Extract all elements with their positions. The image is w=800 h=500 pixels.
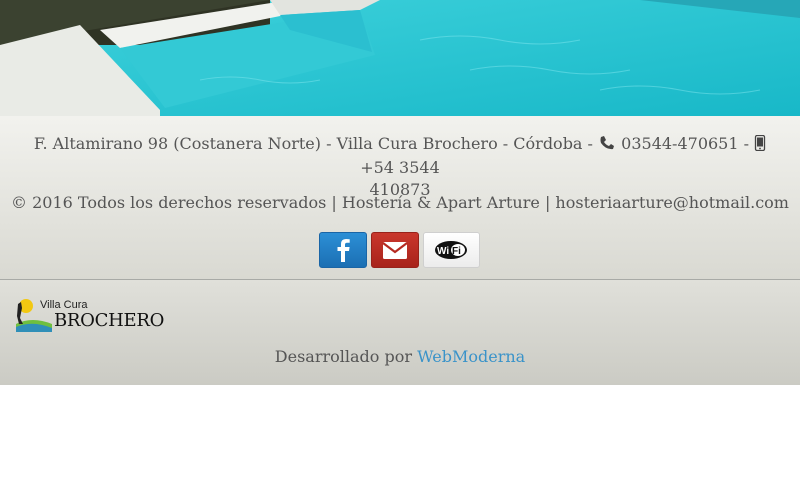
copyright-text: © 2016 Todos los derechos reservados | H… (11, 193, 789, 212)
phone-icon (598, 135, 616, 157)
email-button[interactable] (371, 232, 419, 268)
facebook-button[interactable] (319, 232, 367, 268)
developer-credit: Desarrollado por WebModerna (0, 347, 800, 366)
webmoderna-link[interactable]: WebModerna (417, 347, 525, 366)
landline-phone: 03544-470651 - (621, 134, 750, 153)
mail-icon (382, 242, 408, 259)
developer-credit-prefix: Desarrollado por (274, 347, 413, 366)
address-line: F. Altamirano 98 (Costanera Norte) - Vil… (20, 133, 780, 201)
mobile-phone: +54 3544 (360, 158, 440, 177)
wifi-button[interactable]: Wi Fi (423, 232, 480, 268)
svg-text:Fi: Fi (452, 246, 461, 257)
wifi-icon: Wi Fi (435, 241, 467, 259)
svg-text:Wi: Wi (437, 246, 449, 257)
logo-big-text: BROCHERO (54, 310, 165, 331)
pool-photo (0, 0, 800, 116)
mobile-phone-icon (754, 134, 766, 157)
facebook-icon (337, 239, 350, 262)
address-text: F. Altamirano 98 (Costanera Norte) - Vil… (33, 134, 593, 153)
